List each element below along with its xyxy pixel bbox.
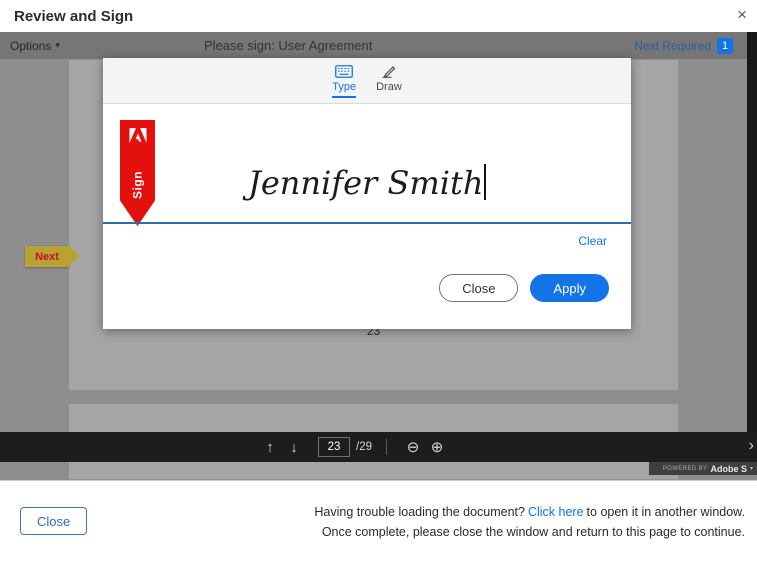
page-up-icon[interactable]: ↑	[258, 439, 282, 456]
zoom-in-icon[interactable]: ⊕	[425, 438, 449, 456]
tab-draw[interactable]: Draw	[376, 65, 402, 103]
pdf-controls-toolbar: ↑ ↓ 23 /29 ⊖ ⊕ ›	[0, 432, 757, 462]
review-and-sign-window: Review and Sign × Options ▾ Please sign:…	[0, 0, 757, 568]
powered-by-brand: Adobe S	[710, 464, 747, 474]
help-line-2: Once complete, please close the window a…	[314, 522, 745, 542]
powered-by-prefix: POWERED BY	[663, 466, 708, 472]
next-required-count-badge: 1	[717, 38, 733, 54]
page-title: Review and Sign	[14, 8, 133, 25]
text-cursor	[484, 164, 486, 200]
page-down-icon[interactable]: ↓	[282, 439, 306, 456]
close-icon[interactable]: ×	[737, 6, 747, 23]
tab-type-label: Type	[332, 81, 356, 98]
modal-button-row: Close Apply	[439, 274, 609, 302]
pen-icon	[381, 65, 396, 78]
options-label: Options	[10, 39, 51, 53]
powered-by-badge: POWERED BY Adobe S ▾	[649, 462, 757, 475]
help-line-1: Having trouble loading the document?Clic…	[314, 502, 745, 522]
toolbar-divider	[386, 439, 387, 455]
tab-type[interactable]: Type	[332, 65, 356, 103]
keyboard-icon	[335, 65, 353, 78]
caret-down-icon: ▾	[750, 465, 753, 472]
signature-line	[103, 222, 631, 224]
clear-link[interactable]: Clear	[578, 234, 607, 248]
title-bar: Review and Sign ×	[0, 0, 757, 32]
chevron-right-icon[interactable]: ›	[749, 437, 754, 455]
chevron-down-icon: ▾	[55, 40, 60, 51]
total-pages-label: /29	[356, 441, 372, 453]
next-required-control[interactable]: Next Required 1	[634, 38, 733, 54]
apply-button[interactable]: Apply	[530, 274, 609, 302]
next-required-label: Next Required	[634, 39, 711, 53]
footer: Close Having trouble loading the documen…	[0, 480, 757, 568]
footer-close-button[interactable]: Close	[20, 507, 87, 535]
help-line1-after: to open it in another window.	[587, 505, 745, 519]
document-title: Please sign: User Agreement	[204, 38, 372, 53]
click-here-link[interactable]: Click here	[528, 505, 584, 519]
signature-text[interactable]: Jennifer Smith	[248, 164, 483, 202]
help-line1-before: Having trouble loading the document?	[314, 505, 525, 519]
next-tag-label: Next	[35, 251, 59, 263]
modal-close-button[interactable]: Close	[439, 274, 518, 302]
current-page-input[interactable]: 23	[318, 437, 350, 457]
document-toolbar: Options ▾ Please sign: User Agreement Ne…	[0, 32, 757, 59]
help-text: Having trouble loading the document?Clic…	[314, 502, 745, 542]
next-field-tag[interactable]: Next	[25, 246, 69, 267]
signature-modal: Type Draw Sign Jennifer Smith Clear	[103, 58, 631, 329]
tab-draw-label: Draw	[376, 81, 402, 93]
signature-tabs: Type Draw	[103, 58, 631, 104]
signature-modal-body: Sign Jennifer Smith Clear Close Apply	[103, 104, 631, 328]
signature-field[interactable]: Jennifer Smith	[103, 164, 631, 216]
adobe-logo-icon	[129, 128, 146, 148]
next-tag-arrow	[69, 246, 80, 266]
zoom-out-icon[interactable]: ⊖	[401, 438, 425, 456]
vertical-scrollbar[interactable]	[747, 32, 757, 432]
options-menu[interactable]: Options ▾	[10, 39, 60, 53]
pdf-controls: ↑ ↓ 23 /29 ⊖ ⊕	[258, 432, 449, 462]
